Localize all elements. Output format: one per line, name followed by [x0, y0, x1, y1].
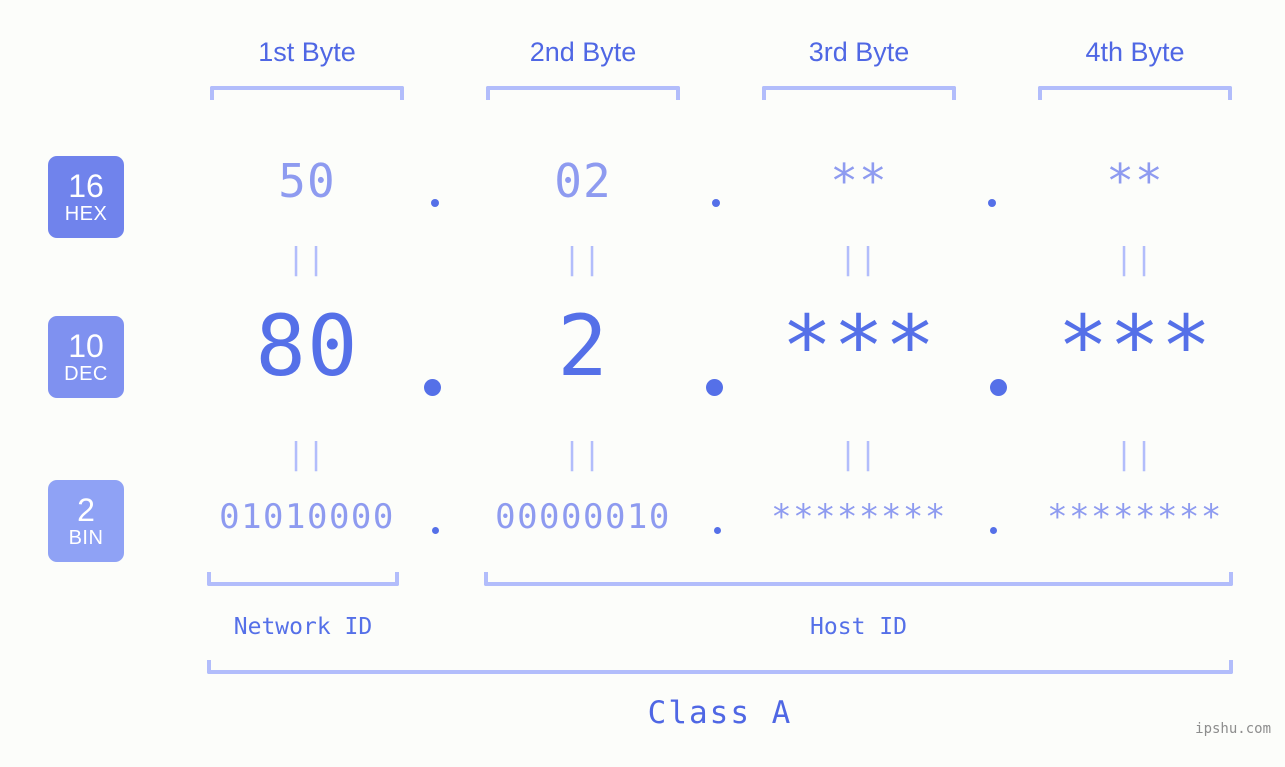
base-badge-dec: 10 DEC — [48, 316, 124, 398]
dec-separator-dot-1 — [424, 379, 441, 396]
byte-bracket-2 — [486, 86, 680, 100]
ip-byte-diagram: 1st Byte 2nd Byte 3rd Byte 4th Byte 16 H… — [0, 0, 1285, 767]
base-badge-bin-number: 2 — [77, 491, 95, 528]
byte-header-3: 3rd Byte — [808, 37, 910, 67]
class-label: Class A — [647, 695, 793, 731]
network-id-label: Network ID — [233, 614, 373, 640]
hex-byte-1-value: 50 — [278, 154, 336, 208]
byte-header-4: 4th Byte — [1085, 37, 1185, 67]
base-badge-dec-number: 10 — [68, 327, 104, 364]
bin-byte-1-value: 01010000 — [219, 497, 395, 537]
host-id-bracket — [484, 572, 1233, 586]
bin-byte-3-value: ******** — [771, 497, 947, 537]
hex-byte-3-value: ** — [830, 154, 888, 208]
hex-separator-dot-2 — [712, 199, 720, 207]
hex-byte-2-value: 02 — [554, 154, 612, 208]
byte-header-2: 2nd Byte — [529, 37, 637, 67]
byte-header-1: 1st Byte — [258, 37, 356, 67]
bin-separator-dot-3 — [990, 527, 997, 534]
equals-hex-dec-4: || — [1114, 242, 1156, 277]
equals-dec-bin-3: || — [838, 437, 880, 472]
base-badge-bin: 2 BIN — [48, 480, 124, 562]
byte-bracket-4 — [1038, 86, 1232, 100]
byte-bracket-3 — [762, 86, 956, 100]
bin-byte-2-value: 00000010 — [495, 497, 671, 537]
dec-separator-dot-3 — [990, 379, 1007, 396]
site-watermark: ipshu.com — [1195, 721, 1271, 737]
dec-byte-2-value: 2 — [557, 297, 609, 395]
equals-hex-dec-3: || — [838, 242, 880, 277]
class-bracket — [207, 660, 1233, 674]
base-badge-hex-number: 16 — [68, 167, 104, 204]
byte-bracket-1 — [210, 86, 404, 100]
hex-separator-dot-3 — [988, 199, 996, 207]
dec-byte-3-value: *** — [781, 297, 937, 395]
base-badge-bin-label: BIN — [68, 526, 104, 549]
bin-byte-4-value: ******** — [1047, 497, 1223, 537]
dec-byte-1-value: 80 — [255, 297, 359, 395]
bin-separator-dot-1 — [432, 527, 439, 534]
network-id-bracket — [207, 572, 399, 586]
equals-hex-dec-1: || — [286, 242, 328, 277]
dec-separator-dot-2 — [706, 379, 723, 396]
hex-separator-dot-1 — [431, 199, 439, 207]
hex-byte-4-value: ** — [1106, 154, 1164, 208]
dec-byte-4-value: *** — [1057, 297, 1213, 395]
equals-hex-dec-2: || — [562, 242, 604, 277]
base-badge-dec-label: DEC — [64, 362, 108, 385]
base-badge-hex-label: HEX — [64, 202, 108, 225]
equals-dec-bin-2: || — [562, 437, 604, 472]
equals-dec-bin-1: || — [286, 437, 328, 472]
host-id-label: Host ID — [810, 614, 907, 640]
equals-dec-bin-4: || — [1114, 437, 1156, 472]
bin-separator-dot-2 — [714, 527, 721, 534]
base-badge-hex: 16 HEX — [48, 156, 124, 238]
